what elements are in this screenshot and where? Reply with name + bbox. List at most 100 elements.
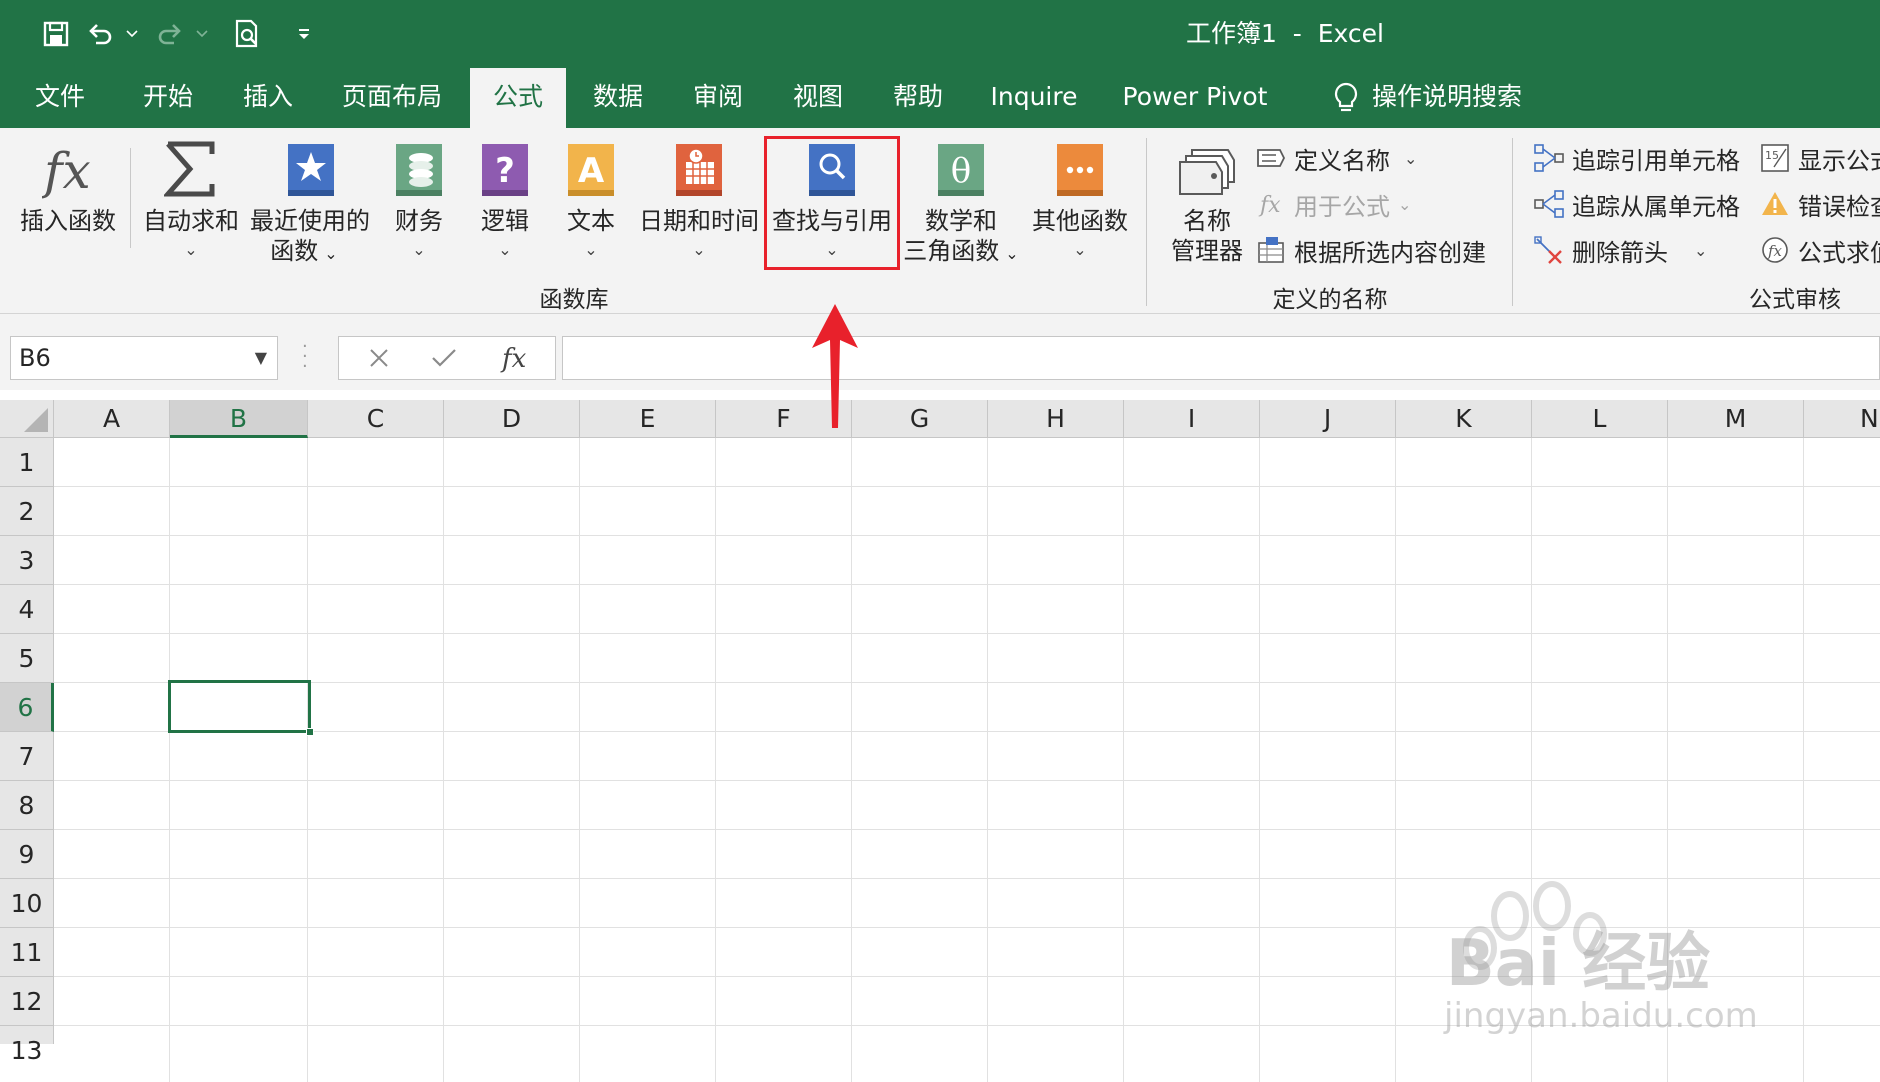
row-header-10[interactable]: 10 (0, 879, 54, 928)
name-manager-button[interactable]: 名称 管理器 (1160, 128, 1254, 278)
recently-used-button[interactable]: 最近使用的 函数 ⌄ (248, 128, 372, 268)
svg-text:fx: fx (1258, 193, 1281, 218)
chevron-down-icon: ⌄ (1073, 240, 1087, 259)
column-header-g[interactable]: G (852, 400, 988, 438)
column-header-j[interactable]: J (1260, 400, 1396, 438)
row-header-7[interactable]: 7 (0, 732, 54, 781)
row-header-6[interactable]: 6 (0, 683, 54, 732)
close-icon (370, 349, 388, 367)
group-separator (1146, 138, 1147, 306)
customize-qat-button[interactable] (294, 12, 314, 56)
math-trig-button[interactable]: θ 数学和 三角函数 ⌄ (900, 128, 1022, 268)
recently-used-label-2: 函数 ⌄ (270, 237, 338, 265)
confirm-entry-button[interactable] (409, 337, 479, 379)
name-tags-icon (1179, 149, 1235, 195)
select-all-button[interactable] (0, 400, 54, 438)
use-in-formula-button[interactable]: fx 用于公式 ⌄ (1254, 184, 1411, 224)
create-from-selection-label: 根据所选内容创建 (1294, 238, 1486, 267)
column-header-l[interactable]: L (1532, 400, 1668, 438)
svg-text:fx: fx (1767, 242, 1783, 260)
column-header-b[interactable]: B (170, 400, 308, 438)
save-button[interactable] (34, 12, 78, 56)
column-header-i[interactable]: I (1124, 400, 1260, 438)
insert-function-fb-button[interactable]: fx (485, 337, 547, 379)
tab-page-layout[interactable]: 页面布局 (332, 68, 452, 128)
row-header-13[interactable]: 13 (0, 1026, 54, 1065)
row-header-12[interactable]: 12 (0, 977, 54, 1026)
column-header-c[interactable]: C (308, 400, 444, 438)
grid-line (54, 486, 1880, 487)
calendar-book-icon (676, 144, 722, 196)
trace-precedents-button[interactable]: 追踪引用单元格 (1532, 138, 1740, 178)
name-box[interactable]: B6 ▼ (10, 336, 278, 380)
row-header-5[interactable]: 5 (0, 634, 54, 683)
insert-function-button[interactable]: fx 插入函数 (12, 128, 124, 268)
svg-text:?: ? (495, 151, 515, 191)
tab-review[interactable]: 审阅 (678, 68, 758, 128)
remove-arrows-button[interactable]: 删除箭头 ⌄ (1532, 230, 1707, 270)
row-header-11[interactable]: 11 (0, 928, 54, 977)
grid-line (54, 731, 1880, 732)
redo-button[interactable] (148, 12, 192, 56)
tab-home[interactable]: 开始 (128, 68, 208, 128)
text-functions-button[interactable]: A 文本 ⌄ (554, 128, 628, 268)
formula-input[interactable] (562, 336, 1880, 380)
column-header-d[interactable]: D (444, 400, 580, 438)
row-header-1[interactable]: 1 (0, 438, 54, 487)
financial-label: 财务 (395, 207, 443, 235)
tab-file[interactable]: 文件 (22, 68, 98, 128)
trace-dependents-button[interactable]: 追踪从属单元格 (1532, 184, 1740, 224)
remove-arrows-label: 删除箭头 (1572, 238, 1668, 267)
undo-button[interactable] (78, 12, 122, 56)
print-preview-button[interactable] (226, 12, 270, 56)
row-header-4[interactable]: 4 (0, 585, 54, 634)
text-functions-label: 文本 (567, 207, 615, 235)
row-header-8[interactable]: 8 (0, 781, 54, 830)
create-from-selection-button[interactable]: 根据所选内容创建 (1254, 230, 1486, 270)
row-header-2[interactable]: 2 (0, 487, 54, 536)
more-functions-button[interactable]: 其他函数 ⌄ (1030, 128, 1130, 268)
tab-data[interactable]: 数据 (578, 68, 658, 128)
undo-dropdown[interactable] (122, 12, 142, 56)
column-header-e[interactable]: E (580, 400, 716, 438)
caret-down-icon[interactable]: ▼ (255, 337, 267, 379)
show-formulas-button[interactable]: 15 显示公式 (1758, 138, 1880, 178)
error-checking-button[interactable]: 错误检查 (1758, 184, 1880, 224)
evaluate-formula-button[interactable]: fx 公式求值 (1758, 230, 1880, 270)
chevron-down-icon (196, 30, 208, 38)
cancel-entry-button[interactable] (349, 337, 409, 379)
row-header-3[interactable]: 3 (0, 536, 54, 585)
row-header-9[interactable]: 9 (0, 830, 54, 879)
tab-insert[interactable]: 插入 (228, 68, 308, 128)
tab-view[interactable]: 视图 (778, 68, 858, 128)
column-header-n[interactable]: N (1804, 400, 1880, 438)
grid-line (54, 682, 1880, 683)
fill-handle[interactable] (306, 728, 314, 736)
quick-access-toolbar (34, 12, 314, 56)
active-cell-b6[interactable] (168, 680, 314, 736)
column-header-h[interactable]: H (988, 400, 1124, 438)
formula-bar-grip[interactable]: · · · (302, 338, 308, 376)
tab-help[interactable]: 帮助 (878, 68, 958, 128)
financial-button[interactable]: 财务 ⌄ (382, 128, 456, 268)
theta-book-icon: θ (938, 144, 984, 196)
math-trig-label-1: 数学和 (925, 207, 997, 235)
select-all-triangle-icon (24, 408, 48, 432)
logical-button[interactable]: ? 逻辑 ⌄ (468, 128, 542, 268)
fx-icon: fx (500, 344, 527, 374)
group-label-function-library: 函数库 (539, 287, 609, 313)
autosum-button[interactable]: 自动求和 ⌄ (138, 128, 244, 268)
group-label-formula-auditing: 公式审核 (1749, 287, 1841, 313)
date-time-button[interactable]: 日期和时间 ⌄ (638, 128, 760, 268)
define-name-button[interactable]: 定义名称 ⌄ (1254, 138, 1417, 178)
tab-inquire[interactable]: Inquire (984, 68, 1084, 128)
column-header-a[interactable]: A (54, 400, 170, 438)
customize-qat-icon (299, 29, 309, 39)
separator (130, 148, 131, 248)
column-header-m[interactable]: M (1668, 400, 1804, 438)
tell-me-search[interactable]: 操作说明搜索 (1370, 68, 1524, 128)
column-header-k[interactable]: K (1396, 400, 1532, 438)
tab-power-pivot[interactable]: Power Pivot (1120, 68, 1270, 128)
tab-formulas[interactable]: 公式 (470, 68, 566, 128)
redo-dropdown[interactable] (192, 12, 212, 56)
